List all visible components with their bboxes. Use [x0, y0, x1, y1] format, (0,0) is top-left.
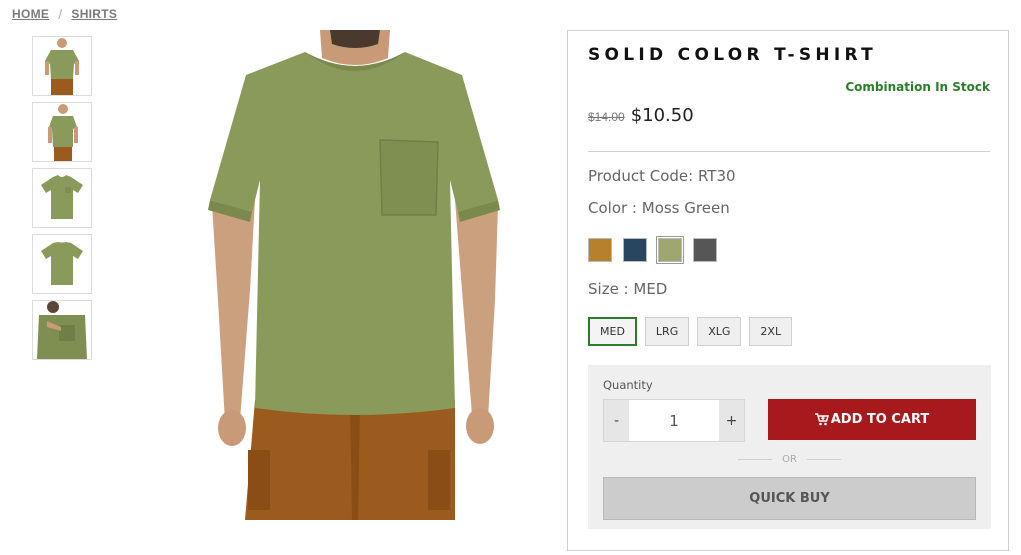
quantity-label: Quantity: [603, 378, 653, 392]
thumbnail-front-model[interactable]: [32, 36, 92, 96]
divider: [588, 151, 990, 152]
breadcrumb-separator: /: [58, 6, 63, 22]
cart-plus-icon: [814, 413, 829, 426]
add-to-cart-label: ADD TO CART: [830, 412, 930, 427]
product-panel: SOLID COLOR T-SHIRT Combination In Stock…: [567, 30, 1009, 551]
thumbnail-front-flat[interactable]: [32, 168, 92, 228]
size-label: Size : MED: [588, 280, 668, 298]
color-swatch-navy[interactable]: [623, 238, 647, 262]
size-options: MED LRG XLG 2XL: [588, 317, 800, 346]
sale-price: $10.50: [630, 105, 694, 126]
color-swatch-brown[interactable]: [588, 238, 612, 262]
breadcrumb-shirts-link[interactable]: SHIRTS: [71, 7, 117, 21]
size-option-xlg[interactable]: XLG: [697, 317, 742, 346]
color-swatches: [588, 236, 728, 264]
quantity-increase-button[interactable]: +: [719, 400, 744, 441]
color-label: Color : Moss Green: [588, 199, 730, 217]
size-option-med[interactable]: MED: [588, 317, 637, 346]
breadcrumb-home-link[interactable]: HOME: [12, 7, 49, 21]
or-divider: OR: [738, 454, 842, 465]
add-to-cart-button[interactable]: ADD TO CART: [768, 399, 976, 440]
thumbnail-list: [32, 36, 92, 366]
size-option-lrg[interactable]: LRG: [644, 317, 690, 346]
thumbnail-back-flat[interactable]: [32, 234, 92, 294]
color-swatch-charcoal[interactable]: [693, 238, 717, 262]
quantity-stepper: - +: [603, 399, 745, 442]
thumbnail-side-model[interactable]: [32, 102, 92, 162]
color-swatch-moss-green[interactable]: [656, 236, 684, 264]
thumbnail-pocket-detail[interactable]: [32, 300, 92, 360]
quantity-decrease-button[interactable]: -: [604, 400, 629, 441]
quick-buy-button[interactable]: QUICK BUY: [603, 477, 976, 520]
original-price: $14.00: [588, 110, 625, 124]
stock-status: Combination In Stock: [845, 80, 990, 94]
product-code: Product Code: RT30: [588, 167, 736, 185]
size-option-2xl[interactable]: 2XL: [749, 317, 793, 346]
main-product-image: [200, 30, 510, 520]
price-row: $14.00 $10.50: [588, 105, 694, 126]
breadcrumb: HOME / SHIRTS: [12, 6, 117, 22]
purchase-box: Quantity - + ADD TO CART OR QUICK BUY: [588, 365, 991, 529]
or-label: OR: [782, 454, 797, 465]
product-title: SOLID COLOR T-SHIRT: [588, 45, 878, 65]
quantity-input[interactable]: [629, 400, 719, 441]
